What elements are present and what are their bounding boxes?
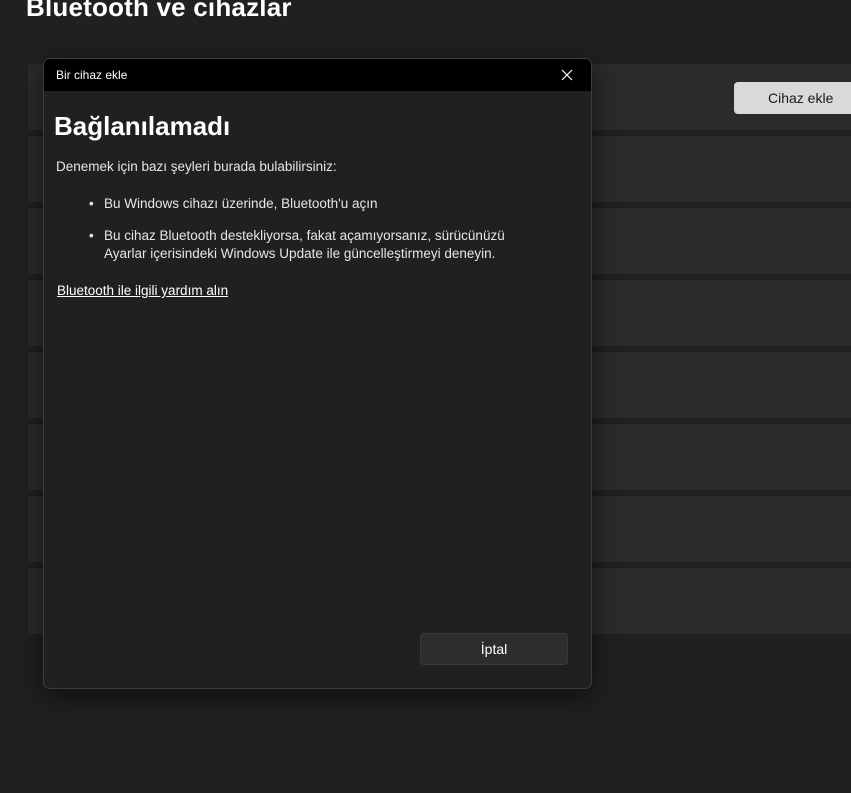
dialog-window-title: Bir cihaz ekle xyxy=(56,68,128,82)
dialog-intro: Denemek için bazı şeyleri burada bulabil… xyxy=(56,159,337,174)
bullet-icon: • xyxy=(89,228,94,243)
list-item-text: Bu Windows cihazı üzerinde, Bluetooth'u … xyxy=(104,196,378,211)
close-icon xyxy=(561,69,573,81)
bullet-icon: • xyxy=(89,196,94,211)
close-button[interactable] xyxy=(549,61,585,89)
dialog-heading: Bağlanılamadı xyxy=(54,111,231,141)
dialog-titlebar: Bir cihaz ekle xyxy=(44,59,591,91)
list-item-text: Bu cihaz Bluetooth destekliyorsa, fakat … xyxy=(104,228,505,261)
list-item: • Bu Windows cihazı üzerinde, Bluetooth'… xyxy=(87,195,527,213)
add-device-dialog: Bir cihaz ekle Bağlanılamadı Denemek içi… xyxy=(43,58,592,689)
bluetooth-help-link[interactable]: Bluetooth ile ilgili yardım alın xyxy=(57,283,228,298)
page-title: Bluetooth ve cihazlar xyxy=(26,0,292,22)
settings-page: Bluetooth ve cihazlar Cihaz ekle Bir cih… xyxy=(0,0,851,793)
cancel-button[interactable]: İptal xyxy=(420,633,568,665)
list-item: • Bu cihaz Bluetooth destekliyorsa, faka… xyxy=(87,227,527,263)
add-device-button[interactable]: Cihaz ekle xyxy=(734,82,851,114)
tips-list: • Bu Windows cihazı üzerinde, Bluetooth'… xyxy=(87,195,527,277)
